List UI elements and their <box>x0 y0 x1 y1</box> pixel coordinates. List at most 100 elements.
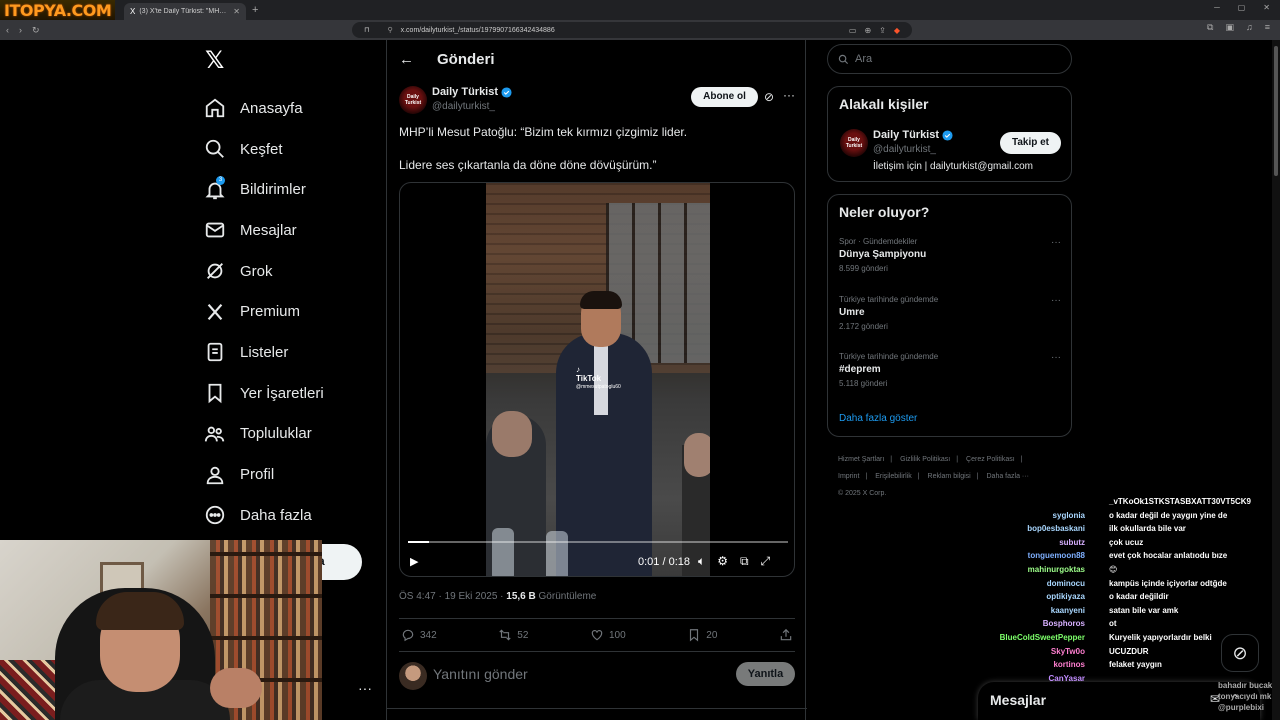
like-action[interactable]: 100 <box>590 628 626 642</box>
bookmark-action[interactable]: 20 <box>687 628 717 642</box>
url-field[interactable]: ⊓ ⚲ x.com/dailyturkist_/status/197990716… <box>352 22 912 38</box>
extensions-icon[interactable]: ⧉ <box>1207 22 1213 33</box>
author-avatar[interactable]: Daily Turkist <box>399 86 427 114</box>
cast-icon[interactable]: ▭ <box>849 26 857 35</box>
trend-item[interactable]: Spor · Gündemdekiler Dünya Şampiyonu 8.5… <box>839 237 1061 273</box>
wallet-icon[interactable]: ▣ <box>1225 22 1234 33</box>
site-info-icon[interactable]: ⚲ <box>387 26 392 34</box>
streamer-brand-logo: ITOPYA.COM <box>0 0 116 20</box>
trend-item[interactable]: Türkiye tarihinde gündemde Umre 2.172 gö… <box>839 295 1061 331</box>
main-navigation: Anasayfa Keşfet 3 Bildirimler Mesajlar G… <box>204 88 324 536</box>
reload-icon[interactable]: ↻ <box>32 25 40 36</box>
playlist-icon[interactable]: ♫ <box>1246 22 1253 33</box>
browser-tab[interactable]: X (3) X'te Daily Türkist: "MHP'li Me... … <box>124 3 246 20</box>
browser-extensions: ⧉ ▣ ♫ ≡ <box>1207 22 1270 33</box>
search-input[interactable]: Ara <box>827 44 1072 74</box>
trend-more-icon[interactable]: ··· <box>1051 295 1061 306</box>
verified-badge-icon <box>942 129 953 141</box>
related-name[interactable]: Daily Türkist <box>873 129 953 141</box>
nav-item-bookmarks[interactable]: Yer İşaretleri <box>204 373 324 414</box>
tweet-text: MHP’li Mesut Patoğlu: “Bizim tek kırmızı… <box>399 124 795 174</box>
nav-label: Profil <box>240 466 275 484</box>
nav-item-communities[interactable]: Topluluklar <box>204 414 324 455</box>
chat-message: mahinurgoktas 😊 <box>980 565 1280 579</box>
video-player[interactable]: ♪ TikTok @mmesutpatoglu60 ▶ 0:01 / 0:18 … <box>399 182 795 577</box>
minimize-icon[interactable]: ─ <box>1214 3 1220 12</box>
brave-shield-icon[interactable]: ◆ <box>894 26 900 35</box>
forward-nav-icon[interactable]: › <box>19 25 22 35</box>
trend-item[interactable]: Türkiye tarihinde gündemde #deprem 5.118… <box>839 352 1061 388</box>
tweet-meta: ÖS 4:47 · 19 Eki 2025 · 15,6 B Görüntüle… <box>399 591 596 602</box>
grok-explain-icon[interactable]: ⊘ <box>764 90 774 104</box>
copyright: © 2025 X Corp. <box>838 490 887 497</box>
trend-more-icon[interactable]: ··· <box>1051 352 1061 363</box>
nav-item-premium[interactable]: Premium <box>204 291 324 332</box>
back-nav-icon[interactable]: ‹ <box>6 25 9 35</box>
tweet-timestamp[interactable]: ÖS 4:47 · 19 Eki 2025 · <box>399 591 506 602</box>
nav-label: Listeler <box>240 343 289 361</box>
next-reply-divider <box>387 708 807 709</box>
reply-input[interactable]: Yanıtını gönder <box>433 666 528 682</box>
account-more-icon[interactable]: ··· <box>358 680 372 696</box>
share-action[interactable] <box>779 628 793 642</box>
nav-item-home[interactable]: Anasayfa <box>204 88 324 129</box>
page-scrollbar[interactable] <box>1272 40 1280 720</box>
footer-link[interactable]: Imprint <box>838 473 859 480</box>
nav-item-messages[interactable]: Mesajlar <box>204 210 324 251</box>
footer-link[interactable]: Çerez Politikası <box>966 456 1015 463</box>
nav-item-profile[interactable]: Profil <box>204 454 324 495</box>
repost-action[interactable]: 52 <box>498 628 528 642</box>
nav-item-lists[interactable]: Listeler <box>204 332 324 373</box>
chat-username: kaanyeni <box>1050 605 1085 615</box>
chat-username: dominocu <box>1046 578 1085 588</box>
reply-action[interactable]: 342 <box>401 628 437 642</box>
messages-drawer-title: Mesajlar <box>990 692 1047 708</box>
related-avatar[interactable]: Daily Turkist <box>840 129 868 157</box>
current-user-avatar[interactable] <box>399 662 427 690</box>
author-handle[interactable]: @dailyturkist_ <box>432 101 495 112</box>
chat-message: subutz çok ucuz <box>980 538 1280 552</box>
reply-button[interactable]: Yanıtla <box>736 662 795 686</box>
chat-message: dominocu kampüs içinde içiyorlar odtğde <box>980 579 1280 593</box>
show-more-link[interactable]: Daha fazla göster <box>839 413 917 424</box>
video-progress-bar[interactable] <box>408 541 788 543</box>
rug <box>0 660 60 720</box>
fullscreen-icon[interactable]: ⤢ <box>761 554 771 569</box>
pip-icon[interactable]: ⧉ <box>740 554 749 569</box>
trend-more-icon[interactable]: ··· <box>1051 237 1061 248</box>
settings-gear-icon[interactable]: ⚙ <box>717 554 728 569</box>
follow-button[interactable]: Takip et <box>1000 132 1061 154</box>
volume-icon[interactable]: 🔈︎ <box>698 554 705 569</box>
tab-close-icon[interactable]: ✕ <box>233 7 240 16</box>
webcam-overlay <box>0 540 322 720</box>
share-icon[interactable]: ⇪ <box>879 26 886 35</box>
bookmark-page-icon[interactable]: ⊓ <box>364 26 369 34</box>
nav-item-notifications[interactable]: 3 Bildirimler <box>204 169 324 210</box>
url-text: x.com/dailyturkist_/status/1979907166342… <box>400 26 555 34</box>
nav-item-grok[interactable]: Grok <box>204 251 324 292</box>
author-name[interactable]: Daily Türkist <box>432 86 512 98</box>
menu-icon[interactable]: ≡ <box>1265 22 1270 33</box>
zoom-icon[interactable]: ⊕ <box>864 26 871 35</box>
footer-link[interactable]: Gizlilik Politikası <box>900 456 950 463</box>
footer-link[interactable]: Hizmet Şartları <box>838 456 884 463</box>
nav-item-more[interactable]: Daha fazla <box>204 495 324 536</box>
play-icon[interactable]: ▶ <box>410 555 418 568</box>
close-window-icon[interactable]: ✕ <box>1263 3 1270 12</box>
maximize-icon[interactable]: ▢ <box>1238 3 1246 12</box>
browser-tab-bar: ITOPYA.COM X (3) X'te Daily Türkist: "MH… <box>0 0 1280 20</box>
more-options-icon[interactable]: ··· <box>783 88 795 102</box>
footer-link[interactable]: Erişilebilirlik <box>875 473 912 480</box>
footer-links: Hizmet Şartları | Gizlilik Politikası | Çe… <box>838 456 1029 497</box>
subscribe-button[interactable]: Abone ol <box>691 87 758 107</box>
footer-link[interactable]: Daha fazla ··· <box>987 473 1029 480</box>
scrollbar-thumb[interactable] <box>1274 46 1278 176</box>
back-arrow-icon[interactable]: ← <box>399 51 414 68</box>
nav-item-explore[interactable]: Keşfet <box>204 129 324 170</box>
grok-fab-icon[interactable]: ⊘ <box>1221 634 1259 672</box>
x-logo-icon[interactable]: 𝕏 <box>205 46 224 74</box>
related-handle[interactable]: @dailyturkist_ <box>873 144 936 155</box>
new-tab-button[interactable]: + <box>252 4 258 16</box>
chat-message: Bosphoros ot <box>980 619 1280 633</box>
footer-link[interactable]: Reklam bilgisi <box>928 473 971 480</box>
